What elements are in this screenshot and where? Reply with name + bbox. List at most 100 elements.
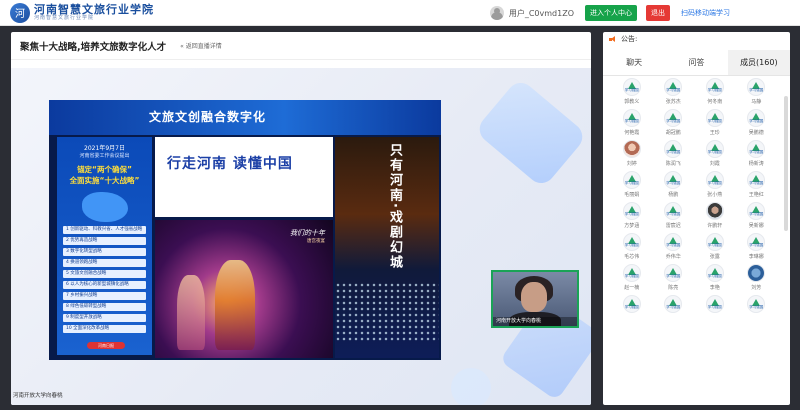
member-avatar: 学习强国 (705, 78, 724, 96)
member-item[interactable]: 学习强国 (736, 295, 778, 321)
member-item[interactable]: 学习强国 (653, 295, 695, 321)
member-item[interactable]: 刘芳 (736, 264, 778, 291)
member-name: 杨新涛 (748, 161, 764, 167)
strategy-item: 1 创新驱动、科教兴省、人才强省战略 (63, 226, 146, 234)
member-item[interactable]: 许鹏轩 (694, 202, 736, 229)
member-badge-text: 学习强国 (749, 305, 764, 309)
member-item[interactable]: 学习强国 杨鹏 (653, 171, 695, 198)
member-item[interactable]: 学习强国 何冬南 (694, 78, 736, 105)
member-item[interactable]: 学习强国 胡冠鹏 (653, 109, 695, 136)
strategy-item: 7 乡村振兴战略 (63, 292, 146, 300)
strategy-item: 2 优势再造战略 (63, 237, 146, 245)
member-name: 赵一楠 (624, 285, 640, 291)
member-badge-text: 学习强国 (624, 305, 639, 309)
member-item[interactable]: 学习强国 张苏杰 (653, 78, 695, 105)
slide-heading-2: 全面实施“十大战略” (69, 176, 140, 185)
member-item[interactable]: 学习强国 毛芯伟 (611, 233, 653, 260)
member-name: 王艳红 (748, 192, 764, 198)
member-item[interactable]: 学习强国 王艳红 (736, 171, 778, 198)
member-item[interactable]: 学习强国 毛丽娟 (611, 171, 653, 198)
logout-button[interactable]: 退出 (646, 5, 670, 21)
back-to-details-link[interactable]: « 返回直播详情 (180, 41, 222, 50)
member-item[interactable]: 学习强国 杨新涛 (736, 140, 778, 167)
video-stage[interactable]: 文旅文创融合数字化 2021年9月7日 河南省委工作会议提出 锚定“两个确保” … (11, 68, 591, 405)
member-item[interactable]: 学习强国 陈润飞 (653, 140, 695, 167)
member-badge-text: 学习强国 (707, 274, 722, 278)
member-scrollbar[interactable] (784, 96, 788, 231)
member-item[interactable]: 学习强国 乔伟华 (653, 233, 695, 260)
member-item[interactable]: 学习强国 张露 (694, 233, 736, 260)
tab-qa[interactable]: 问答 (665, 50, 727, 75)
member-item[interactable]: 学习强国 方梦涵 (611, 202, 653, 229)
presentation-slide: 文旅文创融合数字化 2021年9月7日 河南省委工作会议提出 锚定“两个确保” … (49, 100, 441, 360)
member-item[interactable]: 学习强国 陈亮 (653, 264, 695, 291)
slide-title: 文旅文创融合数字化 (149, 110, 267, 124)
member-avatar: 学习强国 (664, 109, 683, 127)
member-item[interactable]: 学习强国 吴新娜 (736, 202, 778, 229)
teacher-camera-feed[interactable]: 河南开放大学向春桃 (491, 270, 579, 328)
user-avatar-icon[interactable] (489, 6, 504, 20)
tab-chat[interactable]: 聊天 (603, 50, 665, 75)
scan-mobile-link[interactable]: 扫码移动端学习 (681, 8, 730, 18)
strategy-item: 3 数字化转型战略 (63, 248, 146, 256)
member-item[interactable]: 学习强国 刘霞 (694, 140, 736, 167)
member-item[interactable]: 学习强国 李琳娜 (736, 233, 778, 260)
decor-glass-shape (474, 77, 588, 189)
live-player: 聚焦十大战略,培养文旅数字化人才 « 返回直播详情 文旅文创融合数字化 2021… (11, 32, 591, 405)
strategy-list: 1 创新驱动、科教兴省、人才强省战略 2 优势再造战略 3 数字化转型战略 4 … (63, 226, 146, 333)
member-avatar: 学习强国 (747, 295, 766, 313)
strategy-item: 10 全面深化改革战略 (63, 325, 146, 333)
member-item[interactable]: 学习强国 赵一楠 (611, 264, 653, 291)
member-item[interactable]: 学习强国 雷宸迟 (653, 202, 695, 229)
member-avatar: 学习强国 (747, 202, 766, 220)
member-item[interactable]: 学习强国 吴鹏德 (736, 109, 778, 136)
member-item[interactable]: 学习强国 (611, 295, 653, 321)
member-badge-text: 学习强国 (707, 88, 722, 92)
member-item[interactable]: 学习强国 郭教义 (611, 78, 653, 105)
member-item[interactable]: 学习强国 马静 (736, 78, 778, 105)
member-avatar: 学习强国 (664, 295, 683, 313)
personal-center-button[interactable]: 进入个人中心 (585, 5, 637, 21)
member-avatar (747, 264, 766, 282)
member-avatar: 学习强国 (747, 171, 766, 189)
member-name: 刘婷 (626, 161, 637, 167)
slide-date: 2021年9月7日 (84, 145, 125, 152)
member-badge-text: 学习强国 (624, 212, 639, 216)
username: 用户_C0vmd1ZO (508, 8, 574, 18)
member-name: 吴新娜 (748, 223, 764, 229)
member-item[interactable]: 学习强国 何艳霞 (611, 109, 653, 136)
member-avatar: 学习强国 (747, 233, 766, 251)
speaker-icon (609, 35, 617, 43)
member-item[interactable]: 学习强国 张小燕 (694, 171, 736, 198)
theatre-vertical-text: 只有河南·戏剧幻城 (387, 143, 402, 270)
member-badge-text: 学习强国 (707, 150, 722, 154)
strategy-item: 5 文旅文创融合战略 (63, 270, 146, 278)
member-avatar: 学习强国 (622, 233, 641, 251)
strategy-item: 4 换道领跑战略 (63, 259, 146, 267)
player-header: 聚焦十大战略,培养文旅数字化人才 « 返回直播详情 (11, 32, 591, 60)
member-badge-text: 学习强国 (666, 274, 681, 278)
member-name: 雷宸迟 (665, 223, 681, 229)
slide-meeting: 河南省委工作会议提出 (79, 153, 130, 159)
site-logo[interactable]: 河 河南智慧文旅行业学院 河南智慧文旅行业学院 (10, 2, 154, 23)
member-badge-text: 学习强国 (707, 243, 722, 247)
member-name: 吴鹏德 (748, 130, 764, 136)
member-avatar (705, 202, 724, 220)
member-item[interactable]: 学习强国 王珍 (694, 109, 736, 136)
member-avatar: 学习强国 (747, 109, 766, 127)
member-item[interactable]: 学习强国 (694, 295, 736, 321)
member-item[interactable]: 刘婷 (611, 140, 653, 167)
member-avatar: 学习强国 (622, 171, 641, 189)
member-avatar: 学习强国 (664, 78, 683, 96)
member-badge-text: 学习强国 (666, 150, 681, 154)
member-name: 郭教义 (624, 99, 640, 105)
member-badge-text: 学习强国 (624, 274, 639, 278)
member-badge-text: 学习强国 (666, 119, 681, 123)
member-item[interactable]: 学习强国 李艳 (694, 264, 736, 291)
slide-banner: 行走河南 读懂中国 (155, 137, 333, 217)
member-badge-text: 学习强国 (707, 181, 722, 185)
member-avatar: 学习强国 (705, 109, 724, 127)
member-avatar: 学习强国 (622, 264, 641, 282)
tab-members[interactable]: 成员(160) (727, 50, 790, 75)
member-name: 李琳娜 (748, 254, 764, 260)
